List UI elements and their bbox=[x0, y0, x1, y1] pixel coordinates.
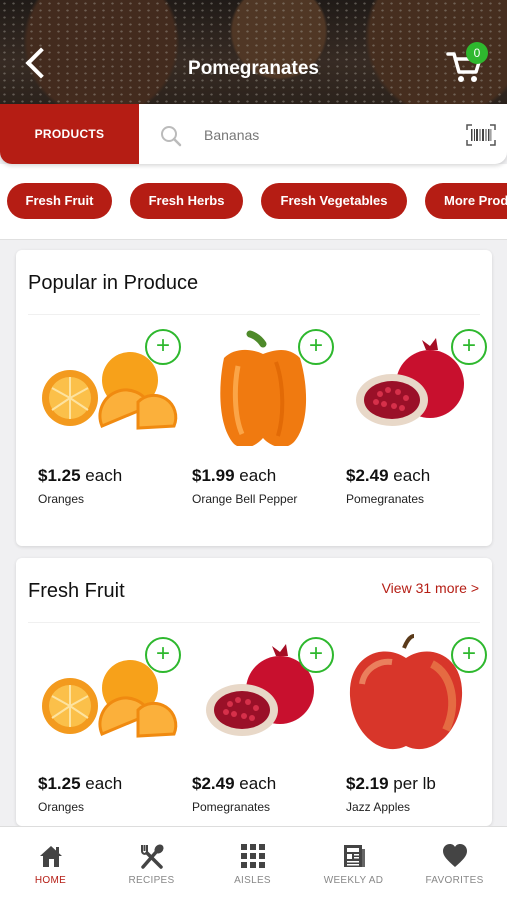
product-name: Oranges bbox=[38, 800, 85, 814]
search-bar: PRODUCTS bbox=[0, 104, 507, 164]
nav-weekly-ad[interactable]: WEEKLY AD bbox=[303, 827, 404, 900]
barcode-icon[interactable] bbox=[466, 124, 496, 146]
product-price: $2.19 per lb bbox=[346, 774, 436, 793]
product-price: $1.25 each bbox=[38, 466, 123, 485]
page-title: Pomegranates bbox=[188, 58, 319, 79]
product-card[interactable]: + $2.19 per lb Jazz Apples bbox=[342, 634, 492, 834]
view-more-link[interactable]: View 31 more > bbox=[382, 580, 479, 596]
add-to-cart-button[interactable]: + bbox=[145, 329, 181, 365]
bottom-nav: HOME RECIPES AISLES WEEKLY AD FAVORITES bbox=[0, 826, 507, 900]
product-price: $2.49 each bbox=[346, 466, 431, 485]
nav-label: RECIPES bbox=[128, 875, 175, 886]
product-price: $2.49 each bbox=[192, 774, 277, 793]
home-icon bbox=[40, 846, 62, 867]
nav-label: WEEKLY AD bbox=[323, 875, 384, 886]
search-input[interactable] bbox=[204, 122, 444, 148]
nav-recipes[interactable]: RECIPES bbox=[101, 827, 202, 900]
add-to-cart-button[interactable]: + bbox=[451, 329, 487, 365]
nav-home[interactable]: HOME bbox=[0, 827, 101, 900]
add-to-cart-button[interactable]: + bbox=[145, 637, 181, 673]
divider bbox=[28, 314, 480, 315]
newspaper-icon bbox=[344, 845, 365, 867]
product-card[interactable]: + $1.25 each Oranges bbox=[34, 634, 184, 834]
product-card[interactable]: + $1.25 each Oranges bbox=[34, 326, 184, 526]
nav-aisles[interactable]: AISLES bbox=[202, 827, 303, 900]
add-to-cart-button[interactable]: + bbox=[298, 329, 334, 365]
chip-fresh-herbs[interactable]: Fresh Herbs bbox=[130, 183, 243, 219]
cart-count-badge: 0 bbox=[466, 42, 488, 64]
utensils-icon bbox=[141, 844, 164, 869]
chip-fresh-vegetables[interactable]: Fresh Vegetables bbox=[261, 183, 407, 219]
chip-fresh-fruit[interactable]: Fresh Fruit bbox=[7, 183, 112, 219]
add-to-cart-button[interactable]: + bbox=[451, 637, 487, 673]
add-to-cart-button[interactable]: + bbox=[298, 637, 334, 673]
product-name: Oranges bbox=[38, 492, 85, 506]
chip-more-products[interactable]: More Prod bbox=[425, 183, 507, 219]
product-card[interactable]: + $2.49 each Pomegranates bbox=[188, 634, 338, 834]
product-name: Jazz Apples bbox=[346, 800, 411, 814]
header-banner: Pomegranates bbox=[0, 0, 507, 104]
nav-label: HOME bbox=[34, 875, 67, 886]
heart-icon bbox=[443, 844, 467, 867]
product-price: $1.25 each bbox=[38, 774, 123, 793]
search-icon bbox=[161, 126, 182, 147]
category-chips: Fresh Fruit Fresh Herbs Fresh Vegetables… bbox=[0, 164, 507, 240]
divider bbox=[28, 622, 480, 623]
product-card[interactable]: + $1.99 each Orange Bell Pepper bbox=[188, 326, 338, 526]
section-title: Popular in Produce bbox=[28, 272, 199, 294]
nav-favorites[interactable]: FAVORITES bbox=[404, 827, 505, 900]
grid-icon bbox=[241, 844, 265, 868]
product-name: Pomegranates bbox=[192, 800, 271, 814]
section-title: Fresh Fruit bbox=[28, 580, 125, 602]
product-name: Pomegranates bbox=[346, 492, 425, 506]
products-button[interactable]: PRODUCTS bbox=[0, 104, 139, 164]
nav-label: AISLES bbox=[234, 875, 271, 886]
product-name: Orange Bell Pepper bbox=[192, 492, 298, 506]
section-popular-in-produce: Popular in Produce + $1.25 each Oranges … bbox=[16, 250, 492, 546]
section-fresh-fruit: Fresh Fruit View 31 more > + $1.25 each … bbox=[16, 558, 492, 826]
product-card[interactable]: + $2.49 each Pomegranates bbox=[342, 326, 492, 526]
nav-label: FAVORITES bbox=[425, 875, 484, 886]
product-price: $1.99 each bbox=[192, 466, 277, 485]
